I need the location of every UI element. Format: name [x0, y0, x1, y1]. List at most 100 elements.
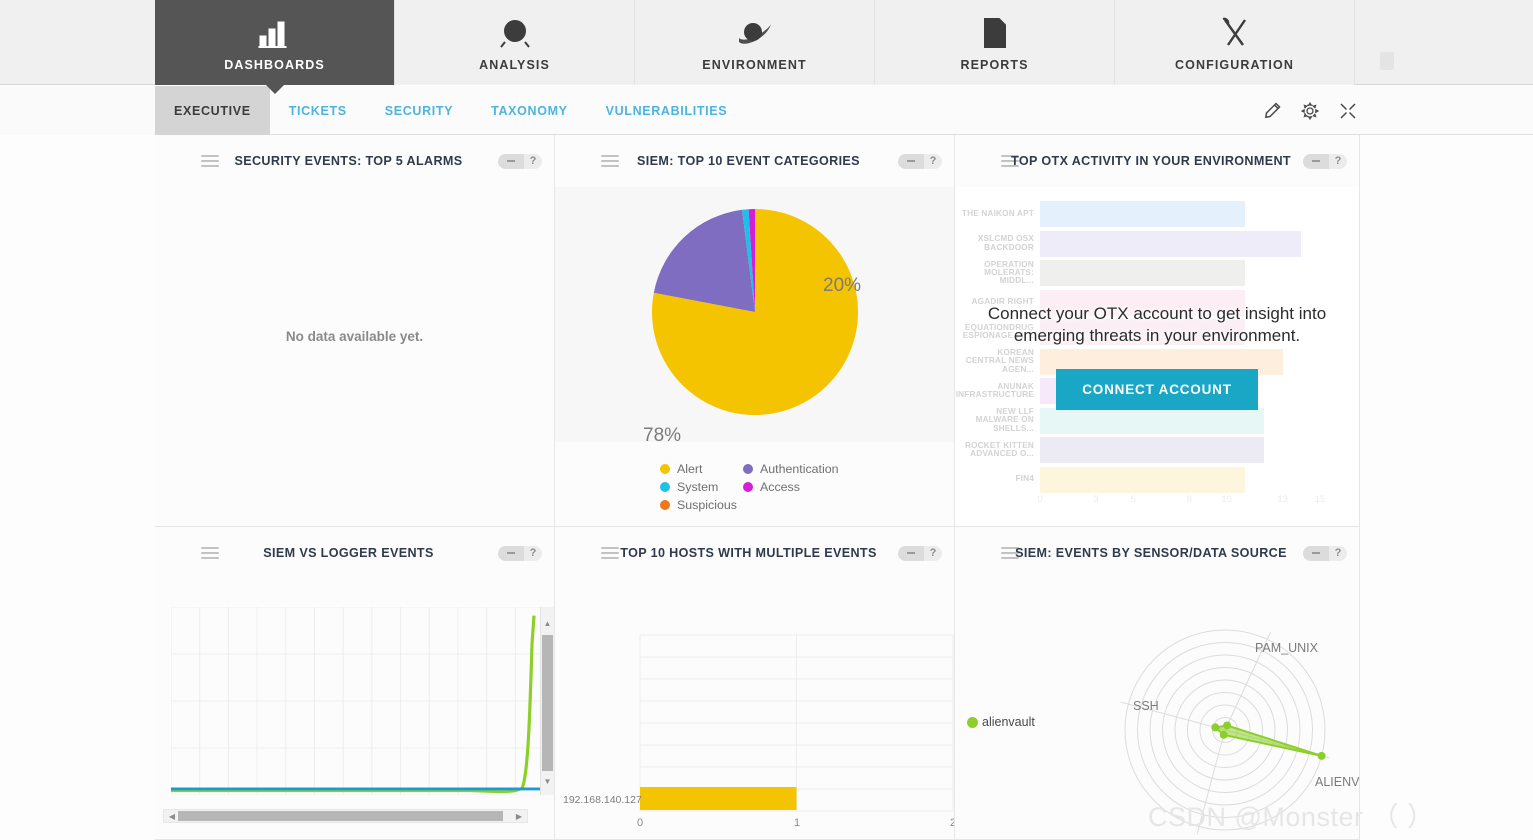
- panel-minimize-button[interactable]: [898, 545, 924, 561]
- panel-header: SECURITY EVENTS: TOP 5 ALARMS ?: [155, 135, 554, 187]
- scroll-up-icon[interactable]: ▲: [541, 615, 554, 631]
- horizontal-scrollbar[interactable]: ◀ ▶: [163, 809, 528, 823]
- host-xtick-1: 1: [793, 817, 801, 829]
- panel-help-button[interactable]: ?: [924, 545, 942, 561]
- panel-help-button[interactable]: ?: [1329, 545, 1347, 561]
- panel-top-otx-activity: TOP OTX ACTIVITY IN YOUR ENVIRONMENT ? T…: [955, 135, 1360, 527]
- panel-security-events-top-5-alarms: SECURITY EVENTS: TOP 5 ALARMS ? No data …: [155, 135, 555, 527]
- panel-header-controls: ?: [898, 545, 942, 561]
- panel-minimize-button[interactable]: [498, 153, 524, 169]
- report-document-icon: [981, 14, 1009, 52]
- otx-message: Connect your OTX account to get insight …: [987, 304, 1327, 345]
- tab-vulnerabilities[interactable]: VULNERABILITIES: [587, 86, 747, 135]
- legend-item-access[interactable]: Access: [743, 480, 853, 494]
- tab-taxonomy[interactable]: TAXONOMY: [472, 86, 587, 135]
- nav-label-configuration: CONFIGURATION: [1175, 57, 1294, 72]
- nav-item-environment[interactable]: ENVIRONMENT: [635, 0, 875, 85]
- magnifier-activity-icon: [498, 14, 532, 52]
- legend-swatch: [743, 464, 753, 474]
- sub-tab-left-spacer: [0, 86, 155, 135]
- panel-title: SIEM: EVENTS BY SENSOR/DATA SOURCE: [1015, 546, 1287, 560]
- panel-help-button[interactable]: ?: [524, 153, 542, 169]
- wrench-screwdriver-icon: [1219, 14, 1251, 52]
- legend-item-suspicious[interactable]: Suspicious: [660, 498, 743, 512]
- radar-point[interactable]: [1219, 730, 1228, 739]
- panel-body: ▲ ▼ ◀ ▶: [155, 579, 554, 839]
- panel-body: 192.168.140.127 0 1 2: [555, 579, 954, 839]
- nav-item-reports[interactable]: REPORTS: [875, 0, 1115, 85]
- legend-item-system[interactable]: System: [660, 480, 743, 494]
- radar-point[interactable]: [1223, 721, 1232, 730]
- tab-security[interactable]: SECURITY: [366, 86, 472, 135]
- horizontal-scroll-thumb[interactable]: [178, 811, 503, 821]
- vertical-scroll-thumb[interactable]: [542, 635, 553, 771]
- vertical-scrollbar[interactable]: ▲ ▼: [540, 607, 554, 795]
- panel-minimize-button[interactable]: [1303, 153, 1329, 169]
- legend-label: Access: [760, 480, 800, 494]
- legend-swatch: [660, 482, 670, 492]
- panel-siem-vs-logger-events: SIEM VS LOGGER EVENTS ? ▲ ▼ ◀ ▶: [155, 527, 555, 840]
- panel-body: 20% 78% Alert Authentication System Acce…: [555, 187, 954, 526]
- legend-label: Authentication: [760, 462, 839, 476]
- edit-pencil-icon[interactable]: [1262, 101, 1282, 121]
- nav-item-analysis[interactable]: ANALYSIS: [395, 0, 635, 85]
- radar-axis-line: [1196, 729, 1226, 835]
- line-series-siem[interactable]: [171, 615, 536, 794]
- bar-chart-icon: [258, 14, 292, 52]
- panel-header-controls: ?: [498, 153, 542, 169]
- panel-header: SIEM: EVENTS BY SENSOR/DATA SOURCE ?: [955, 527, 1359, 579]
- radar-axis-ssh: SSH: [1133, 699, 1159, 713]
- settings-gear-icon[interactable]: [1300, 101, 1320, 121]
- panel-title: SIEM: TOP 10 EVENT CATEGORIES: [637, 154, 860, 168]
- otx-connect-overlay: Connect your OTX account to get insight …: [955, 187, 1359, 526]
- panel-body: alienvault PAM_UNIX SSH SUDO ALIENV...: [955, 579, 1359, 839]
- panel-header-controls: ?: [498, 545, 542, 561]
- legend-label: Alert: [677, 462, 703, 476]
- sub-tab-bar: EXECUTIVE TICKETS SECURITY TAXONOMY VULN…: [0, 86, 1533, 135]
- radar-axis-alienvault: ALIENV...: [1315, 775, 1359, 789]
- legend-swatch: [967, 716, 978, 728]
- nav-placeholder-icon: [1380, 52, 1394, 70]
- dashboard-grid: SECURITY EVENTS: TOP 5 ALARMS ? No data …: [155, 135, 1360, 840]
- panel-siem-top-10-event-categories: SIEM: TOP 10 EVENT CATEGORIES ? 20% 78%: [555, 135, 955, 527]
- pie-label-authentication: 20%: [823, 275, 862, 296]
- scroll-right-icon[interactable]: ▶: [512, 810, 526, 822]
- radar-point[interactable]: [1211, 723, 1220, 732]
- host-bar[interactable]: [640, 787, 797, 810]
- collapse-icon[interactable]: [1338, 101, 1358, 121]
- panel-body: THE NAIKON APT XSLCMD OSX BACKDOOR OPERATI…: [955, 187, 1359, 526]
- panel-siem-events-by-sensor: SIEM: EVENTS BY SENSOR/DATA SOURCE ? ali…: [955, 527, 1360, 840]
- nav-label-environment: ENVIRONMENT: [702, 57, 807, 72]
- empty-state-message: No data available yet.: [285, 329, 424, 344]
- panel-help-button[interactable]: ?: [924, 153, 942, 169]
- legend-item-alert[interactable]: Alert: [660, 462, 743, 476]
- tab-executive[interactable]: EXECUTIVE: [155, 86, 270, 135]
- scroll-down-icon[interactable]: ▼: [541, 773, 554, 789]
- radar-point[interactable]: [1317, 751, 1326, 760]
- panel-help-button[interactable]: ?: [524, 545, 542, 561]
- legend-label: System: [677, 480, 719, 494]
- pie-legend: Alert Authentication System Access Suspi…: [660, 462, 853, 512]
- panel-header: TOP OTX ACTIVITY IN YOUR ENVIRONMENT ?: [955, 135, 1359, 187]
- nav-label-dashboards: DASHBOARDS: [224, 57, 325, 72]
- radar-axis-pam-unix: PAM_UNIX: [1255, 641, 1318, 655]
- panel-title: TOP 10 HOSTS WITH MULTIPLE EVENTS: [620, 546, 877, 560]
- legend-item-authentication[interactable]: Authentication: [743, 462, 853, 476]
- panel-minimize-button[interactable]: [898, 153, 924, 169]
- panel-title: SIEM VS LOGGER EVENTS: [263, 546, 434, 560]
- pie-chart[interactable]: [650, 207, 860, 422]
- panel-minimize-button[interactable]: [498, 545, 524, 561]
- scroll-left-icon[interactable]: ◀: [165, 810, 179, 822]
- legend-swatch: [743, 482, 753, 492]
- pie-label-alert: 78%: [643, 425, 682, 446]
- legend-swatch: [660, 500, 670, 510]
- panel-title: SECURITY EVENTS: TOP 5 ALARMS: [234, 154, 463, 168]
- nav-item-configuration[interactable]: CONFIGURATION: [1115, 0, 1355, 85]
- panel-minimize-button[interactable]: [1303, 545, 1329, 561]
- panel-help-button[interactable]: ?: [1329, 153, 1347, 169]
- radar-legend[interactable]: alienvault: [967, 715, 1035, 729]
- nav-item-dashboards[interactable]: DASHBOARDS: [155, 0, 395, 94]
- line-chart[interactable]: [170, 606, 545, 796]
- hosts-bar-chart[interactable]: 192.168.140.127 0 1 2: [555, 579, 954, 839]
- connect-account-button[interactable]: CONNECT ACCOUNT: [1056, 368, 1258, 410]
